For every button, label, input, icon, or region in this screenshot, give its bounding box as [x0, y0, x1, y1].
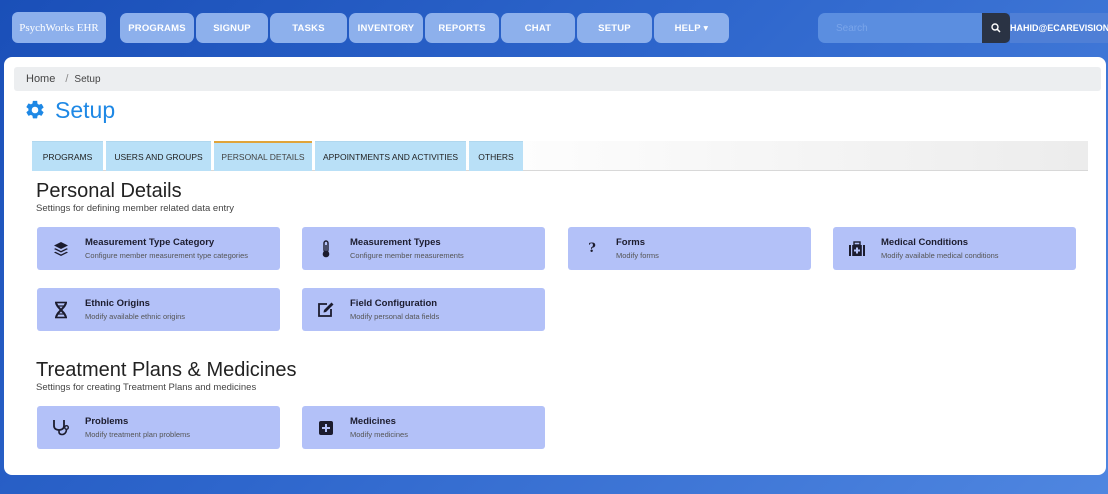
nav-tasks[interactable]: TASKS — [270, 13, 347, 43]
tab-programs[interactable]: PROGRAMS — [32, 141, 103, 171]
dna-icon — [55, 301, 67, 318]
card-description: Modify available medical conditions — [881, 251, 999, 260]
nav-setup[interactable]: SETUP — [577, 13, 652, 43]
breadcrumb-home[interactable]: Home — [26, 73, 55, 85]
gear-icon — [26, 100, 44, 119]
card-medical-conditions[interactable]: Medical Conditions Modify available medi… — [833, 227, 1076, 270]
breadcrumb: Home / Setup — [14, 67, 1101, 91]
question-icon: ? — [588, 241, 596, 256]
card-title: Problems — [85, 416, 129, 427]
card-description: Configure member measurements — [350, 251, 464, 260]
breadcrumb-separator: / — [65, 73, 69, 85]
nav-inventory[interactable]: INVENTORY — [349, 13, 423, 43]
card-title: Measurement Types — [350, 237, 441, 248]
nav-programs[interactable]: PROGRAMS — [120, 13, 194, 43]
card-description: Modify forms — [616, 251, 659, 260]
stethoscope-icon — [53, 420, 69, 436]
thermometer-icon — [322, 239, 330, 257]
nav-help-dropdown[interactable]: HELP ▾ — [654, 13, 729, 43]
card-description: Modify treatment plan problems — [85, 430, 191, 439]
search-icon — [991, 23, 1001, 33]
card-description: Modify available ethnic origins — [85, 312, 186, 321]
breadcrumb-current: Setup — [74, 73, 101, 85]
tab-appointments-and-activities[interactable]: APPOINTMENTS AND ACTIVITIES — [315, 141, 466, 171]
card-title: Ethnic Origins — [85, 298, 150, 309]
section-subtitle-treatment-plans: Settings for creating Treatment Plans an… — [36, 382, 257, 393]
section-title-treatment-plans: Treatment Plans & Medicines — [36, 359, 297, 381]
tab-others[interactable]: OTHERS — [469, 141, 523, 171]
card-description: Modify medicines — [350, 430, 408, 439]
card-title: Medical Conditions — [881, 237, 969, 248]
card-medicines[interactable]: Medicines Modify medicines — [302, 406, 545, 449]
card-ethnic-origins[interactable]: Ethnic Origins Modify available ethnic o… — [37, 288, 280, 331]
card-description: Configure member measurement type catego… — [85, 251, 248, 260]
card-forms[interactable]: ? Forms Modify forms — [568, 227, 811, 270]
layers-icon — [54, 241, 68, 256]
medical-kit-icon — [849, 240, 865, 256]
card-measurement-types[interactable]: Measurement Types Configure member measu… — [302, 227, 545, 270]
card-problems[interactable]: Problems Modify treatment plan problems — [37, 406, 280, 449]
top-navbar: PsychWorks EHR PROGRAMS SIGNUP TASKS INV… — [0, 0, 1108, 56]
section-subtitle-personal-details: Settings for defining member related dat… — [36, 203, 235, 214]
card-title: Field Configuration — [350, 298, 438, 309]
card-field-configuration[interactable]: Field Configuration Modify personal data… — [302, 288, 545, 331]
page-title-text: Setup — [55, 96, 116, 123]
plus-square-icon — [319, 420, 333, 435]
tab-users-and-groups[interactable]: USERS AND GROUPS — [106, 141, 211, 171]
search-button[interactable] — [982, 13, 1010, 43]
user-menu[interactable]: HAHID@ECAREVISIONS — [1010, 13, 1108, 43]
setup-tabs: PROGRAMS USERS AND GROUPS PERSONAL DETAI… — [32, 141, 1088, 171]
nav-signup[interactable]: SIGNUP — [196, 13, 268, 43]
search-input[interactable] — [818, 13, 982, 43]
brand-logo[interactable]: PsychWorks EHR — [12, 12, 106, 43]
card-title: Medicines — [350, 416, 396, 427]
card-measurement-type-category[interactable]: Measurement Type Category Configure memb… — [37, 227, 280, 270]
card-title: Forms — [616, 237, 646, 248]
tab-personal-details[interactable]: PERSONAL DETAILS — [214, 141, 312, 171]
page-title: Setup — [24, 96, 115, 124]
card-title: Measurement Type Category — [85, 237, 215, 248]
nav-reports[interactable]: REPORTS — [425, 13, 499, 43]
card-description: Modify personal data fields — [350, 312, 440, 321]
section-title-personal-details: Personal Details — [36, 180, 182, 202]
nav-chat[interactable]: CHAT — [501, 13, 575, 43]
main-panel: Home / Setup Setup PROGRAMS USERS AND GR… — [4, 57, 1106, 475]
edit-icon — [318, 302, 334, 317]
